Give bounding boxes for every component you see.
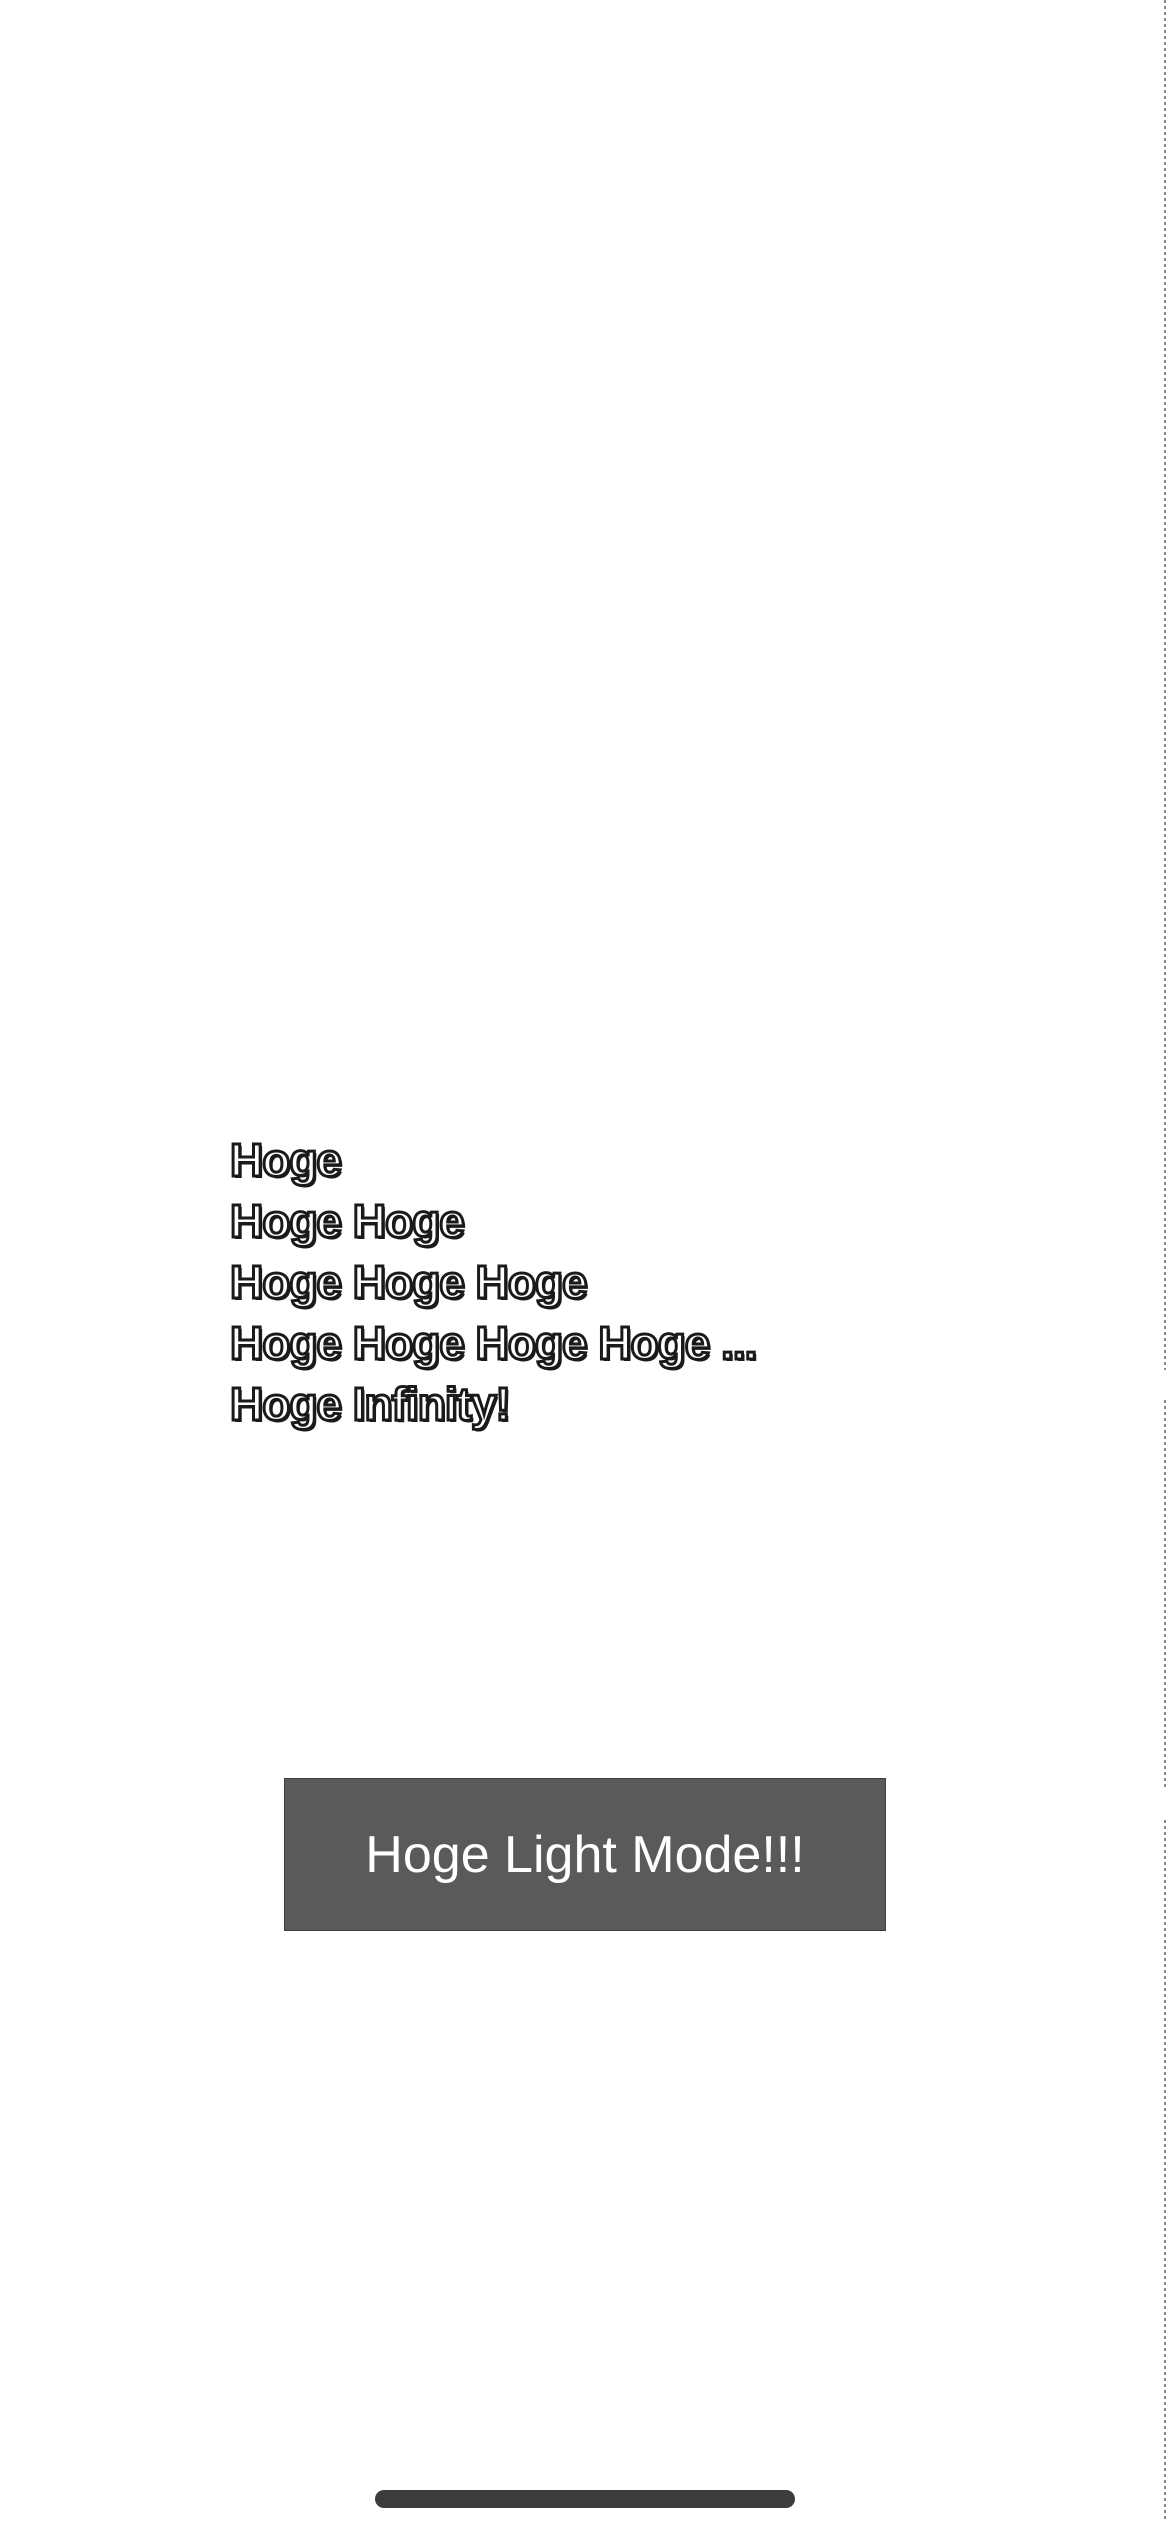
text-line-4: Hoge Hoge Hoge Hoge ...	[229, 1316, 759, 1371]
light-mode-button[interactable]: Hoge Light Mode!!!	[284, 1778, 886, 1931]
app-screen: Hoge Hoge Hoge Hoge Hoge Hoge Hoge Hoge …	[0, 0, 1170, 2532]
home-indicator[interactable]	[375, 2490, 795, 2508]
outlined-text-stack: Hoge Hoge Hoge Hoge Hoge Hoge Hoge Hoge …	[229, 1130, 950, 1435]
text-line-3: Hoge Hoge Hoge	[229, 1255, 590, 1310]
scroll-indicator-track	[1164, 0, 1166, 1370]
text-line-1: Hoge	[229, 1133, 344, 1188]
scroll-indicator-track	[1164, 1400, 1166, 1790]
text-line-5: Hoge Infinity!	[229, 1377, 513, 1432]
text-line-2: Hoge Hoge	[229, 1194, 467, 1249]
scroll-indicator-track	[1164, 1820, 1166, 2520]
